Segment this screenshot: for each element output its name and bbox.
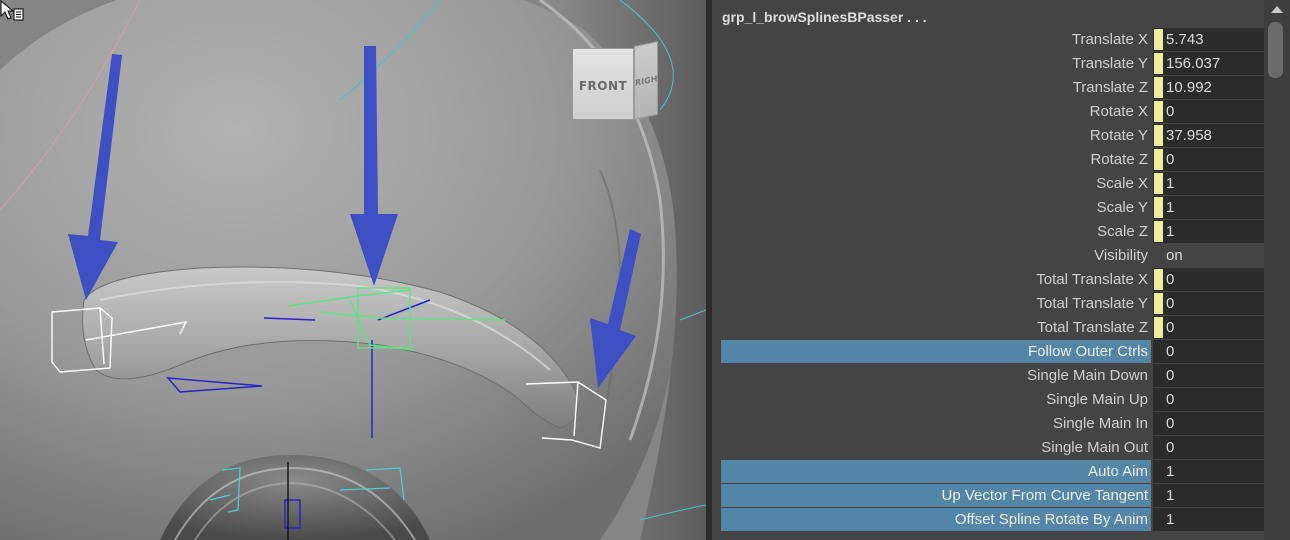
keyframe-indicator (1154, 173, 1163, 194)
scroll-thumb[interactable] (1268, 22, 1283, 78)
attribute-label[interactable]: Up Vector From Curve Tangent (721, 484, 1151, 507)
attribute-value-field[interactable]: on (1153, 244, 1265, 267)
keyframe-indicator (1154, 29, 1163, 50)
attribute-row[interactable]: Scale Y1 (721, 196, 1265, 220)
attribute-value-field[interactable]: 0 (1153, 100, 1265, 123)
attribute-row[interactable]: Single Main In 0 (721, 412, 1265, 436)
attribute-value-field[interactable]: 1 (1153, 220, 1265, 243)
attribute-value-field[interactable]: 37.958 (1153, 124, 1265, 147)
attribute-label[interactable]: Offset Spline Rotate By Anim (721, 508, 1151, 531)
attribute-row[interactable]: Single Main Out 0 (721, 436, 1265, 460)
attribute-row[interactable]: Offset Spline Rotate By Anim 1 (721, 508, 1265, 532)
attribute-row[interactable]: Scale X1 (721, 172, 1265, 196)
attribute-label[interactable]: Total Translate Z (721, 316, 1151, 339)
attribute-row[interactable]: Up Vector From Curve Tangent 1 (721, 484, 1265, 508)
mouse-cursor-icon (0, 0, 24, 21)
attribute-row[interactable]: Translate Y 156.037 (721, 52, 1265, 76)
attribute-label[interactable]: Total Translate X (721, 268, 1151, 291)
channel-box-scrollbar[interactable] (1264, 0, 1290, 540)
attribute-label[interactable]: Translate Z (721, 76, 1151, 99)
attribute-value-field[interactable]: 0 (1153, 316, 1265, 339)
attribute-label[interactable]: Scale Y (721, 196, 1151, 219)
attribute-row[interactable]: Single Main Down 0 (721, 364, 1265, 388)
attribute-label[interactable]: Scale X (721, 172, 1151, 195)
attribute-label[interactable]: Visibility (721, 244, 1151, 267)
attribute-value-field[interactable]: 1 (1153, 460, 1265, 483)
channel-box: grp_l_browSplinesBPasser . . . Translate… (712, 0, 1290, 540)
keyframe-indicator (1154, 77, 1163, 98)
attribute-row[interactable]: Rotate Y 37.958 (721, 124, 1265, 148)
attribute-value-field[interactable]: 0 (1153, 412, 1265, 435)
attribute-row[interactable]: Total Translate Y0 (721, 292, 1265, 316)
attribute-label[interactable]: Rotate X (721, 100, 1151, 123)
attribute-label[interactable]: Single Main Down (721, 364, 1151, 387)
view-cube[interactable]: FRONT RIGHT (572, 40, 664, 124)
node-name[interactable]: grp_l_browSplinesBPasser . . . (722, 9, 927, 25)
attribute-value-field[interactable]: 1 (1153, 196, 1265, 219)
attribute-row[interactable]: Translate Z 10.992 (721, 76, 1265, 100)
view-cube-front-face[interactable]: FRONT (572, 48, 634, 120)
attribute-row[interactable]: Auto Aim 1 (721, 460, 1265, 484)
attribute-row[interactable]: Rotate Z0 (721, 148, 1265, 172)
attribute-value-field[interactable]: 0 (1153, 340, 1265, 363)
attribute-value-field[interactable]: 5.743 (1153, 28, 1265, 51)
attribute-value-field[interactable]: 1 (1153, 172, 1265, 195)
attribute-label[interactable]: Scale Z (721, 220, 1151, 243)
scroll-up-arrow-icon[interactable] (1271, 6, 1283, 13)
attribute-value-field[interactable]: 156.037 (1153, 52, 1265, 75)
attribute-label[interactable]: Follow Outer Ctrls (721, 340, 1151, 363)
keyframe-indicator (1154, 269, 1163, 290)
attribute-label[interactable]: Translate X (721, 28, 1151, 51)
attribute-value-field[interactable]: 0 (1153, 268, 1265, 291)
attribute-value-field[interactable]: 1 (1153, 508, 1265, 531)
attribute-label[interactable]: Single Main Up (721, 388, 1151, 411)
keyframe-indicator (1154, 53, 1163, 74)
attribute-label[interactable]: Auto Aim (721, 460, 1151, 483)
attribute-value-field[interactable]: 0 (1153, 148, 1265, 171)
keyframe-indicator (1154, 293, 1163, 314)
keyframe-indicator (1154, 125, 1163, 146)
attribute-label[interactable]: Translate Y (721, 52, 1151, 75)
attribute-value-field[interactable]: 0 (1153, 388, 1265, 411)
attribute-row[interactable]: Rotate X0 (721, 100, 1265, 124)
attribute-row[interactable]: Translate X 5.743 (721, 28, 1265, 52)
attribute-list: Translate X 5.743 Translate Y 156.037 Transl… (721, 28, 1265, 532)
attribute-row[interactable]: Total Translate X0 (721, 268, 1265, 292)
attribute-value-field[interactable]: 0 (1153, 364, 1265, 387)
keyframe-indicator (1154, 197, 1163, 218)
attribute-label[interactable]: Rotate Z (721, 148, 1151, 171)
attribute-value-field[interactable]: 10.992 (1153, 76, 1265, 99)
keyframe-indicator (1154, 317, 1163, 338)
attribute-value-field[interactable]: 0 (1153, 436, 1265, 459)
keyframe-indicator (1154, 101, 1163, 122)
attribute-row[interactable]: Visibility on (721, 244, 1265, 268)
attribute-label[interactable]: Single Main In (721, 412, 1151, 435)
attribute-row[interactable]: Scale Z1 (721, 220, 1265, 244)
keyframe-indicator (1154, 149, 1163, 170)
attribute-label[interactable]: Rotate Y (721, 124, 1151, 147)
attribute-row[interactable]: Follow Outer Ctrls 0 (721, 340, 1265, 364)
attribute-row[interactable]: Total Translate Z0 (721, 316, 1265, 340)
attribute-label[interactable]: Total Translate Y (721, 292, 1151, 315)
attribute-label[interactable]: Single Main Out (721, 436, 1151, 459)
3d-viewport[interactable]: FRONT RIGHT (0, 0, 706, 540)
view-cube-right-face[interactable]: RIGHT (634, 40, 658, 120)
attribute-value-field[interactable]: 0 (1153, 292, 1265, 315)
attribute-row[interactable]: Single Main Up 0 (721, 388, 1265, 412)
keyframe-indicator (1154, 221, 1163, 242)
attribute-value-field[interactable]: 1 (1153, 484, 1265, 507)
